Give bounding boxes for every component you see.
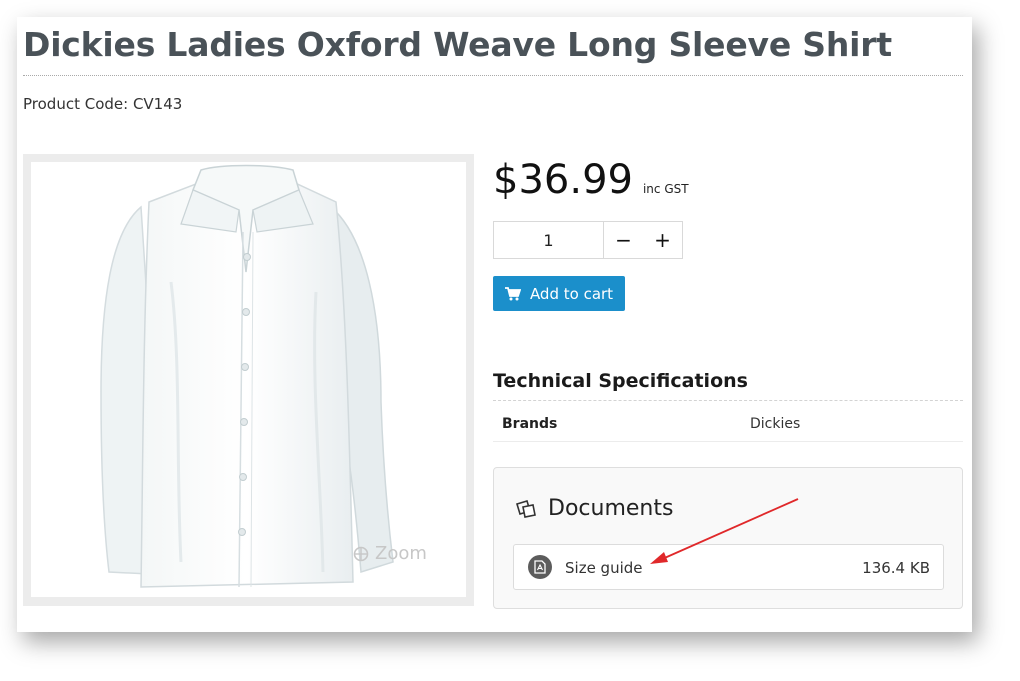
spec-key: Brands — [502, 416, 558, 432]
documents-icon — [516, 499, 536, 518]
document-size: 136.4 KB — [862, 559, 930, 577]
product-image[interactable]: Zoom — [31, 162, 466, 597]
zoom-icon — [353, 546, 369, 561]
add-to-cart-button[interactable]: Add to cart — [493, 276, 625, 311]
zoom-control[interactable]: Zoom — [353, 543, 427, 564]
product-title: Dickies Ladies Oxford Weave Long Sleeve … — [23, 25, 892, 64]
shirt-image — [100, 164, 394, 588]
price-value: $36.99 — [493, 157, 633, 203]
product-image-frame: Zoom — [23, 154, 474, 606]
document-name: Size guide — [565, 559, 643, 577]
specs-divider — [493, 400, 963, 401]
pdf-icon — [528, 555, 552, 579]
zoom-label: Zoom — [375, 543, 427, 564]
spec-row: Brands Dickies — [493, 403, 963, 442]
increment-button[interactable]: + — [643, 222, 682, 258]
price-block: $36.99 inc GST — [493, 157, 689, 203]
documents-title: Documents — [548, 496, 674, 521]
add-to-cart-label: Add to cart — [529, 284, 614, 303]
document-item-size-guide[interactable]: Size guide 136.4 KB — [513, 544, 944, 590]
documents-panel: Documents Size guide 136.4 KB — [493, 467, 963, 609]
spec-value: Dickies — [750, 416, 801, 432]
product-card: Dickies Ladies Oxford Weave Long Sleeve … — [17, 17, 972, 632]
documents-heading: Documents — [514, 496, 673, 521]
quantity-stepper: 1 − + — [493, 221, 683, 259]
cart-icon — [504, 286, 521, 300]
title-divider — [23, 75, 963, 76]
decrement-button[interactable]: − — [604, 222, 643, 258]
specs-heading: Technical Specifications — [493, 370, 748, 392]
quantity-input[interactable]: 1 — [494, 222, 604, 258]
product-code: Product Code: CV143 — [23, 95, 183, 113]
price-suffix: inc GST — [642, 182, 689, 196]
